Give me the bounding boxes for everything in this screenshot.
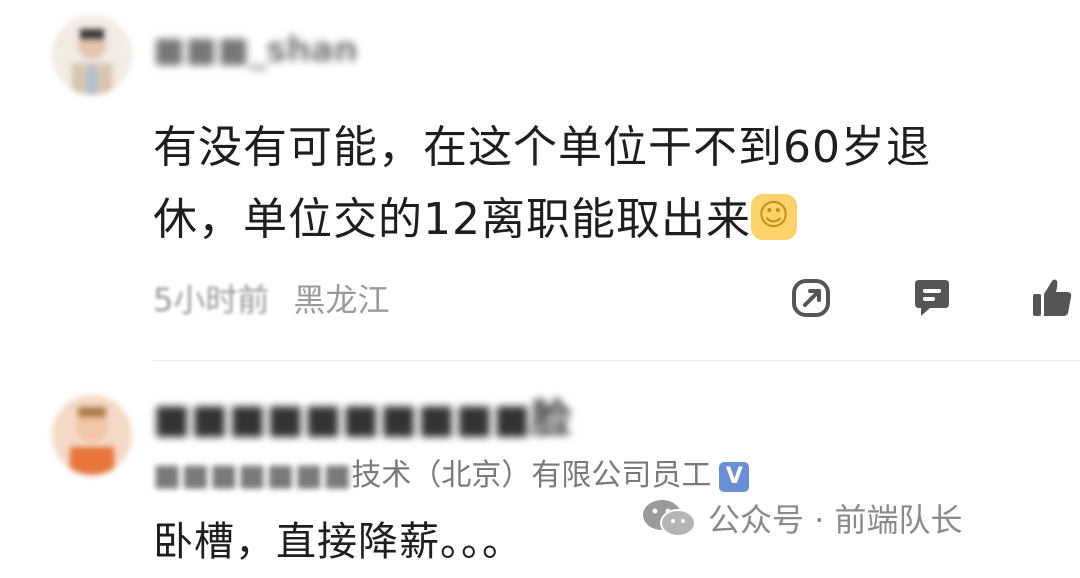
- shy-smile-emoji-icon: ☺: [751, 194, 797, 240]
- organization-label: ■■■■■■■技术（北京）有限公司员工 V: [153, 450, 750, 494]
- reply-icon[interactable]: [910, 276, 954, 320]
- location: 黑龙江: [293, 281, 390, 319]
- share-icon[interactable]: [790, 276, 834, 320]
- organization-prefix: ■■■■■■■: [153, 458, 352, 493]
- avatar[interactable]: [52, 395, 132, 475]
- watermark: 公众号 · 前端队长: [640, 495, 963, 541]
- comment-text-line: 休，单位交的12离职能取出来: [153, 194, 751, 245]
- organization-name: 技术（北京）有限公司员工: [351, 458, 712, 493]
- timestamp: 5小时前: [153, 281, 270, 319]
- divider: [153, 360, 1080, 361]
- comment-text: 有没有可能，在这个单位干不到60岁退 休，单位交的12离职能取出来 ☺: [153, 112, 1023, 256]
- watermark-text: 公众号 · 前端队长: [708, 501, 963, 539]
- wechat-icon: [643, 500, 696, 537]
- verified-badge-icon: V: [719, 462, 750, 492]
- comment-meta: 5小时前 黑龙江: [153, 275, 390, 321]
- username[interactable]: ■■■_shan: [153, 30, 358, 70]
- comment-item: ■■■_shan 有没有可能，在这个单位干不到60岁退 休，单位交的12离职能取…: [0, 0, 1080, 360]
- thumbs-up-icon[interactable]: [1030, 276, 1074, 320]
- comment-item: ■■■■■■■■■■脸 ■■■■■■■技术（北京）有限公司员工 V 卧槽，直接降薪…: [0, 362, 1080, 576]
- comment-text-line: 有没有可能，在这个单位干不到60岁退: [153, 122, 931, 173]
- username[interactable]: ■■■■■■■■■■脸: [153, 386, 571, 444]
- avatar[interactable]: [52, 15, 132, 95]
